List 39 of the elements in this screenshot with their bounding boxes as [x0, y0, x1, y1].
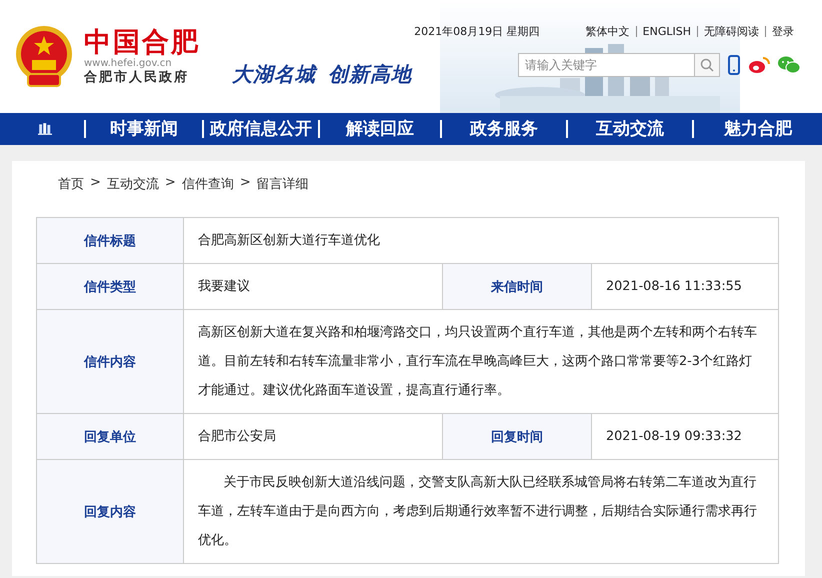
- site-subtitle: 合肥市人民政府: [84, 70, 190, 86]
- breadcrumb-separator: >: [240, 175, 251, 192]
- nav-item[interactable]: 互动交流: [566, 120, 692, 138]
- top-link[interactable]: 无障碍阅读: [697, 26, 765, 37]
- field-label: 信件标题: [37, 218, 184, 264]
- phone-icon[interactable]: [728, 55, 740, 75]
- breadcrumb-separator: >: [90, 175, 101, 192]
- slogan: 大湖名城: [232, 61, 316, 88]
- date-text: 2021年08月19日 星期四: [414, 24, 540, 39]
- nav-item[interactable]: 解读回应: [318, 120, 440, 138]
- weibo-icon[interactable]: [748, 56, 770, 74]
- field-label: 信件内容: [37, 310, 184, 414]
- top-link[interactable]: 繁体中文: [580, 26, 636, 37]
- slogan: 创新高地: [328, 61, 412, 88]
- breadcrumb-link[interactable]: 互动交流: [106, 175, 159, 193]
- breadcrumb-link[interactable]: 信件查询: [182, 175, 234, 193]
- field-value: 2021-08-16 11:33:55: [592, 264, 779, 310]
- site-url: www.hefei.gov.cn: [84, 58, 173, 70]
- field-label: 来信时间: [443, 264, 592, 310]
- breadcrumb-separator: >: [164, 175, 176, 192]
- field-label: 回复单位: [37, 414, 184, 460]
- field-label: 信件类型: [37, 264, 184, 310]
- nav-item[interactable]: 魅力合肥: [692, 120, 822, 138]
- nav-item[interactable]: 政府信息公开: [202, 120, 318, 138]
- top-link[interactable]: ENGLISH: [636, 26, 697, 37]
- breadcrumb-link[interactable]: 留言详细: [256, 175, 309, 193]
- nav-item[interactable]: 政务服务: [440, 120, 566, 138]
- search-field[interactable]: 请输入关键字: [518, 53, 694, 77]
- search-icon: [700, 58, 714, 72]
- field-label: 回复内容: [37, 460, 184, 564]
- top-link[interactable]: 登录: [765, 26, 800, 37]
- breadcrumb-link[interactable]: 首页: [58, 175, 84, 193]
- nav-item[interactable]: 时事新闻: [84, 120, 202, 138]
- field-value: 2021-08-19 09:33:32: [592, 414, 779, 460]
- field-value: 关于市民反映创新大道沿线问题，交警支队高新大队已经联系城管局将右转第二车道改为直行车道，左转车道由于是向西方向，考虑到后期通行效率暂不进行调整，后期结合实际通行需求再行优化。: [184, 460, 779, 564]
- wechat-icon[interactable]: [778, 56, 800, 74]
- field-label: 回复时间: [443, 414, 592, 460]
- search-button[interactable]: [694, 53, 720, 77]
- site-name: 中国合肥: [84, 28, 200, 58]
